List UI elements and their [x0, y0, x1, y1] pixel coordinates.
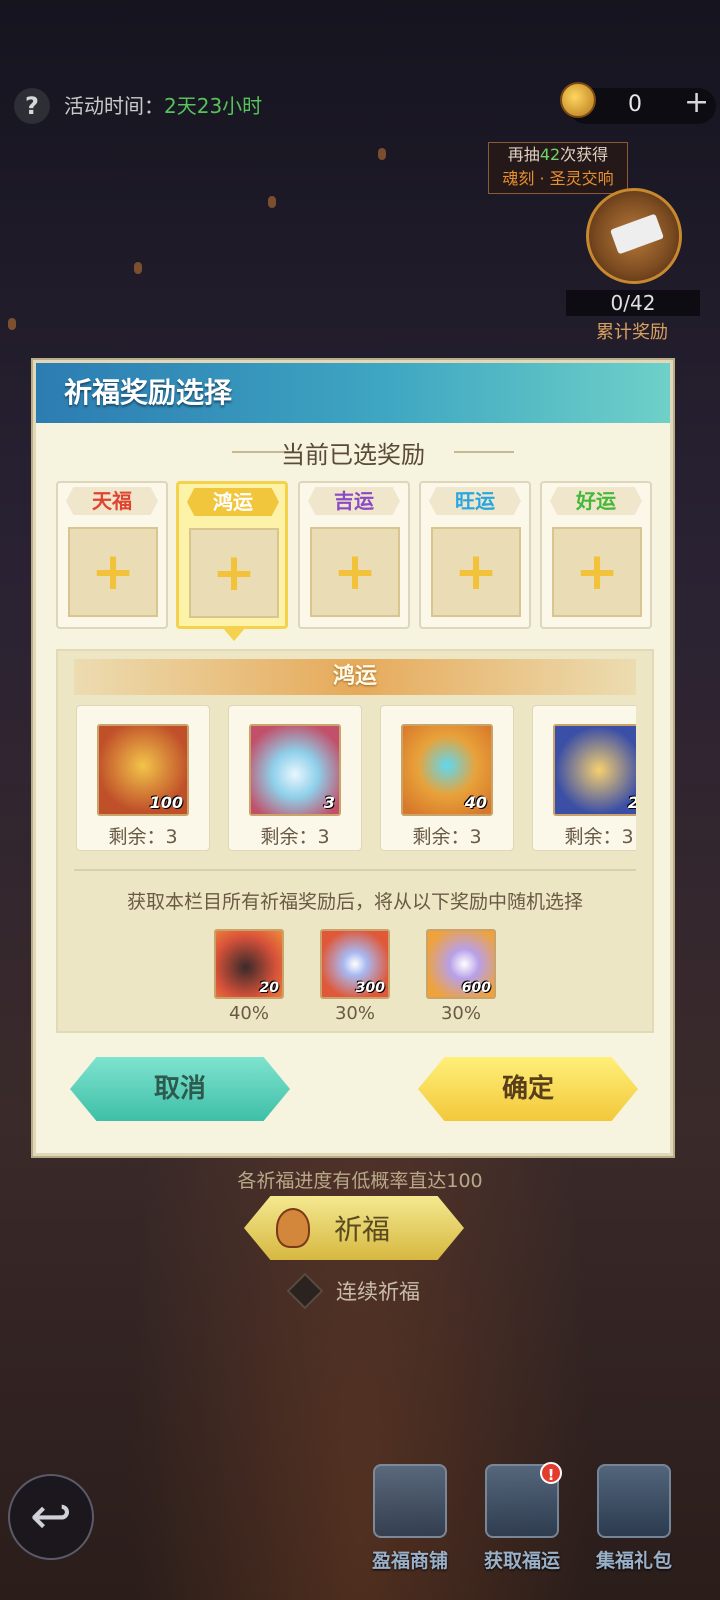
empty-slot[interactable]: +	[552, 527, 642, 617]
item-quantity: 3	[323, 793, 335, 812]
empty-slot[interactable]: +	[310, 527, 400, 617]
plus-icon: +	[91, 542, 135, 602]
tier-label: 吉运	[308, 487, 400, 515]
reward-item[interactable]: 3 剩余：3	[228, 705, 362, 851]
continuous-pray-label: 连续祈福	[336, 1280, 420, 1304]
coin-pouch-icon	[560, 82, 596, 118]
bonus-probability: 40%	[228, 1003, 269, 1024]
bonus-reward[interactable]: 300 30%	[320, 929, 390, 1024]
tier-label: 好运	[550, 487, 642, 515]
notification-badge: !	[540, 1462, 562, 1484]
draw-hint-suffix: 次获得	[560, 145, 609, 164]
scroll-icon	[610, 213, 664, 255]
divider-ornament	[454, 451, 514, 453]
item-remaining: 剩余：3	[108, 826, 178, 848]
armillary-sphere-icon: 40	[401, 724, 493, 816]
draw-hint: 再抽42次获得 魂刻 · 圣灵交响	[488, 142, 628, 194]
item-quantity: 100	[149, 793, 183, 812]
item-remaining: 剩余：3	[412, 826, 482, 848]
item-quantity: 2	[628, 793, 636, 812]
cancel-button[interactable]: 取消	[70, 1057, 290, 1121]
pool-title: 鸿运	[332, 664, 377, 689]
empty-slot[interactable]: +	[431, 527, 521, 617]
bonus-quantity: 300	[355, 980, 385, 996]
tier-label: 天福	[66, 487, 158, 515]
draw-hint-reward: 魂刻 · 圣灵交响	[502, 169, 614, 188]
pool-divider	[74, 869, 636, 871]
lantern	[268, 196, 276, 208]
plus-icon: +	[212, 543, 256, 603]
bonus-quantity: 20	[259, 980, 279, 996]
pray-label: 祈福	[334, 1213, 391, 1246]
draw-hint-prefix: 再抽	[507, 145, 540, 164]
modal-title: 祈福奖励选择	[64, 376, 233, 409]
selection-pointer	[222, 627, 246, 641]
draw-hint-count: 42	[539, 145, 561, 164]
currency-value: 0	[628, 92, 642, 117]
golden-wings-icon: 100	[97, 724, 189, 816]
lantern	[134, 262, 142, 274]
item-remaining: 剩余：3	[260, 826, 330, 848]
bonus-probability: 30%	[334, 1003, 375, 1024]
nav-label: 获取福运	[483, 1550, 560, 1572]
treasure-chest-icon: 2	[553, 724, 636, 816]
help-button[interactable]: ?	[14, 88, 50, 124]
tier-jiyun[interactable]: 吉运 +	[298, 481, 410, 629]
lantern	[8, 318, 16, 330]
blade-icon: 600	[426, 929, 496, 999]
stone-icon: 20	[214, 929, 284, 999]
tier-label: 鸿运	[187, 488, 279, 516]
back-arrow-icon: ↩	[30, 1487, 72, 1545]
empty-slot[interactable]: +	[189, 528, 279, 618]
probability-note: 各祈福进度有低概率直达100	[237, 1170, 483, 1192]
shop-icon	[373, 1464, 447, 1538]
tier-tianfu[interactable]: 天福 +	[56, 481, 168, 629]
reward-item[interactable]: 40 剩余：3	[380, 705, 514, 851]
plus-icon: +	[575, 542, 619, 602]
tier-wangyun[interactable]: 旺运 +	[419, 481, 531, 629]
event-time-value: 2天23小时	[164, 94, 263, 118]
pool-header: 鸿运	[74, 659, 636, 695]
reward-item[interactable]: 2 剩余：3	[532, 705, 636, 851]
tier-label: 旺运	[429, 487, 521, 515]
event-time: 活动时间：2天23小时	[64, 90, 262, 119]
cumulative-reward-icon[interactable]	[586, 188, 682, 284]
bonus-quantity: 600	[461, 980, 491, 996]
nav-gift-pack[interactable]: 集福礼包	[584, 1464, 684, 1594]
gift-icon	[597, 1464, 671, 1538]
nav-label: 集福礼包	[595, 1550, 672, 1572]
star-burst-icon: 300	[320, 929, 390, 999]
reward-pool: 鸿运 100 剩余：3 3 剩余：3 40 剩余：3 2 剩余：3	[56, 649, 654, 1033]
add-currency-button[interactable]: +	[684, 88, 709, 118]
bonus-reward[interactable]: 20 40%	[214, 929, 284, 1024]
reward-select-modal: 祈福奖励选择 当前已选奖励 天福 + 鸿运 + 吉运 + 旺运 + 好运 + 鸿…	[33, 360, 673, 1156]
plus-icon: +	[454, 542, 498, 602]
pray-button[interactable]: 祈福	[244, 1196, 464, 1260]
nav-get-fortune[interactable]: ! 获取福运	[472, 1462, 572, 1594]
empty-slot[interactable]: +	[68, 527, 158, 617]
back-button[interactable]: ↩	[8, 1474, 94, 1560]
bonus-probability: 30%	[440, 1003, 481, 1024]
cumulative-label: 累计奖励	[596, 322, 668, 343]
tier-hongyun[interactable]: 鸿运 +	[176, 481, 288, 629]
item-remaining: 剩余：3	[564, 826, 634, 848]
bonus-reward[interactable]: 600 30%	[426, 929, 496, 1024]
modal-header: 祈福奖励选择	[36, 363, 670, 423]
event-time-label: 活动时间：	[64, 94, 164, 118]
tier-haoyun[interactable]: 好运 +	[540, 481, 652, 629]
confirm-button[interactable]: 确定	[418, 1057, 638, 1121]
section-title: 当前已选奖励	[281, 441, 425, 469]
nav-shop[interactable]: 盈福商铺	[360, 1464, 460, 1594]
item-quantity: 40	[464, 793, 487, 812]
lantern	[378, 148, 386, 160]
reward-item[interactable]: 100 剩余：3	[76, 705, 210, 851]
reward-item-clip: 2 剩余：3	[532, 705, 636, 851]
pool-note: 获取本栏目所有祈福奖励后，将从以下奖励中随机选择	[126, 891, 583, 913]
lucky-bag-icon	[276, 1208, 310, 1248]
nav-label: 盈福商铺	[371, 1550, 448, 1572]
crystal-shard-icon: 3	[249, 724, 341, 816]
plus-icon: +	[333, 542, 377, 602]
cumulative-progress: 0/42	[566, 290, 700, 316]
